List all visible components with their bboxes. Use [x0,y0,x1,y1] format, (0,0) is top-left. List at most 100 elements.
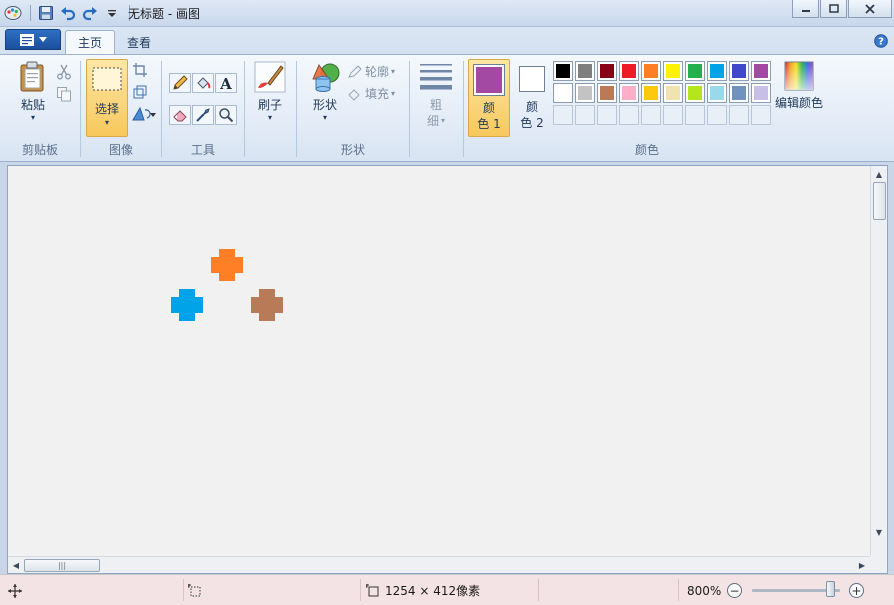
image-size-icon [366,583,379,596]
paint-app-icon[interactable] [3,3,23,23]
maximize-button[interactable] [820,0,847,18]
horizontal-scrollbar[interactable]: ◀ ||| ▶ [8,556,870,573]
palette-color-swatch[interactable] [707,61,727,81]
custom-color-slot[interactable] [729,105,749,125]
vertical-scrollbar[interactable]: ▲ ▼ [870,166,887,557]
custom-color-slot[interactable] [685,105,705,125]
custom-color-slot[interactable] [619,105,639,125]
palette-color-swatch[interactable] [575,61,595,81]
pencil-icon[interactable] [169,73,191,93]
size-button[interactable]: 粗 细 ▾ [418,61,454,129]
custom-color-slot[interactable] [641,105,661,125]
help-icon[interactable]: ? [874,34,888,51]
palette-color-swatch[interactable] [663,61,683,81]
fill-bucket-icon[interactable] [192,73,214,93]
shapes-label: 形状 [312,98,337,112]
palette-color-swatch[interactable] [729,83,749,103]
text-tool-icon[interactable]: A [215,73,237,93]
paint-menu-button[interactable] [5,29,61,50]
redo-icon[interactable] [80,3,100,23]
undo-icon[interactable] [58,3,78,23]
menu-icon [19,33,34,46]
shapes-group-label: 形状 [340,143,365,157]
palette-color-swatch[interactable] [729,61,749,81]
chevron-down-icon: ▾ [322,113,327,122]
palette-color-swatch[interactable] [597,83,617,103]
zoom-out-button[interactable]: − [727,583,742,598]
svg-text:?: ? [878,37,884,48]
brush-icon [254,61,286,93]
palette-color-swatch[interactable] [707,83,727,103]
paste-button[interactable]: 粘贴 ▾ [13,61,53,123]
tab-home[interactable]: 主页 [65,30,116,54]
zoom-in-button[interactable]: + [849,583,864,598]
scroll-up-icon[interactable]: ▲ [872,167,886,181]
palette-color-swatch[interactable] [663,83,683,103]
horizontal-scroll-thumb[interactable]: ||| [24,559,100,572]
palette-color-swatch[interactable] [641,61,661,81]
select-label: 选择 [94,102,119,116]
palette-color-swatch[interactable] [685,83,705,103]
edit-colors-button[interactable]: 编辑颜色 [774,61,824,111]
customize-qat-icon[interactable] [102,3,122,23]
ribbon-home: 粘贴 ▾ 剪贴板 图像 选择 ▾ 工具 A 刷子 ▾ 形状 ▾ 轮廓 ▾ 填充 … [0,54,894,162]
eraser-icon[interactable] [169,105,191,125]
scroll-down-icon[interactable]: ▼ [872,525,886,539]
palette-color-swatch[interactable] [751,61,771,81]
select-button[interactable]: 选择 ▾ [86,59,128,137]
color2-swatch [519,66,545,92]
outline-button[interactable]: 轮廓 ▾ [347,63,395,80]
status-separator [183,579,184,601]
tab-view[interactable]: 查看 [115,30,163,54]
minimize-button[interactable] [792,0,819,18]
palette-color-swatch[interactable] [597,61,617,81]
color2-label-line2: 色 2 [520,116,544,130]
save-icon[interactable] [36,3,56,23]
brown-cross-shape [251,289,283,321]
close-button[interactable] [848,0,892,18]
blue-cross-shape [171,289,203,321]
svg-text:A: A [219,75,232,91]
scroll-left-icon[interactable]: ◀ [9,558,23,572]
vertical-scroll-thumb[interactable] [873,182,886,220]
palette-color-swatch[interactable] [641,83,661,103]
window-controls [791,0,892,18]
palette-color-swatch[interactable] [553,83,573,103]
size-label-line1: 粗 [429,98,442,112]
zoom-slider-thumb[interactable] [826,581,835,597]
rotate-icon[interactable] [131,105,157,123]
resize-icon[interactable] [131,83,149,101]
paste-icon [20,61,44,92]
scroll-right-icon[interactable]: ▶ [855,558,869,572]
custom-color-slot[interactable] [597,105,617,125]
custom-color-slot[interactable] [707,105,727,125]
paste-label: 粘贴 [20,98,45,112]
cut-icon[interactable] [55,63,73,81]
maximize-icon [828,3,839,13]
crop-icon[interactable] [131,61,149,79]
fill-button[interactable]: 填充 ▾ [347,85,395,102]
color-picker-icon[interactable] [192,105,214,125]
color1-label-line1: 颜 [482,101,495,115]
custom-color-slot[interactable] [575,105,595,125]
palette-color-swatch[interactable] [751,83,771,103]
orange-cross-shape [211,249,243,281]
palette-color-swatch[interactable] [553,61,573,81]
palette-color-swatch[interactable] [685,61,705,81]
magnifier-icon[interactable] [215,105,237,125]
drawing-canvas[interactable] [12,170,870,556]
custom-color-slot[interactable] [553,105,573,125]
color2-button[interactable]: 颜 色 2 [513,59,551,137]
palette-color-swatch[interactable] [575,83,595,103]
color1-button[interactable]: 颜 色 1 [468,59,510,137]
brushes-button[interactable]: 刷子 ▾ [252,61,288,123]
copy-icon[interactable] [55,85,73,103]
palette-color-swatch[interactable] [619,61,639,81]
shapes-button[interactable]: 形状 ▾ [305,61,345,123]
tools-group-label: 工具 [190,143,215,157]
custom-color-slot[interactable] [751,105,771,125]
fill-icon [348,88,360,101]
palette-color-swatch[interactable] [619,83,639,103]
image-size-text: 1254 × 412像素 [385,584,481,598]
custom-color-slot[interactable] [663,105,683,125]
